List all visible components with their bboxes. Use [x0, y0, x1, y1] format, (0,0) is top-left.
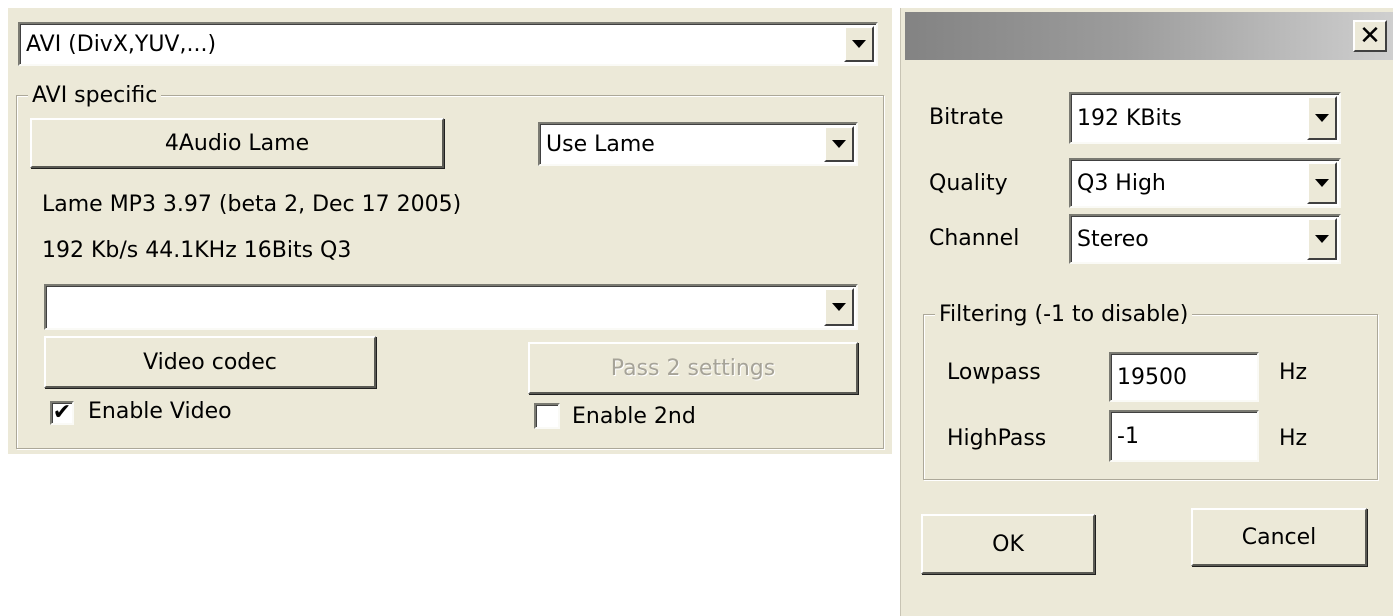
container-format-value: AVI (DivX,YUV,...) [26, 31, 217, 57]
channel-select[interactable]: Stereo [1069, 214, 1341, 264]
channel-dropdown-button[interactable] [1307, 218, 1337, 260]
highpass-label: HighPass [947, 426, 1047, 451]
audio-mode-dropdown-button[interactable] [824, 126, 854, 162]
bitrate-select[interactable]: 192 KBits [1069, 92, 1341, 144]
audio-mode-select[interactable]: Use Lame [538, 122, 858, 166]
close-icon: ✕ [1359, 21, 1381, 51]
filtering-group-title: Filtering (-1 to disable) [935, 302, 1193, 327]
avi-settings-panel: AVI (DivX,YUV,...) AVI specific 4Audio L… [8, 8, 892, 454]
bitrate-value: 192 KBits [1077, 105, 1182, 131]
dialog-titlebar[interactable]: ✕ [905, 12, 1393, 60]
container-format-select[interactable]: AVI (DivX,YUV,...) [18, 22, 878, 66]
highpass-unit: Hz [1279, 426, 1308, 451]
bitrate-dropdown-button[interactable] [1307, 96, 1337, 140]
pass2-settings-button[interactable]: Pass 2 settings [528, 342, 858, 394]
ok-button[interactable]: OK [921, 514, 1095, 574]
encoder-version-text: Lame MP3 3.97 (beta 2, Dec 17 2005) [42, 192, 462, 217]
quality-dropdown-button[interactable] [1307, 162, 1337, 204]
chevron-down-icon [832, 140, 846, 148]
channel-label: Channel [929, 226, 1020, 251]
chevron-down-icon [1315, 114, 1329, 122]
audio-mode-value: Use Lame [546, 131, 655, 157]
close-button[interactable]: ✕ [1353, 20, 1387, 52]
channel-value: Stereo [1077, 226, 1149, 252]
lowpass-input[interactable]: 19500 [1109, 352, 1259, 402]
video-codec-select[interactable] [44, 284, 858, 330]
quality-value: Q3 High [1077, 170, 1166, 196]
highpass-input[interactable]: -1 [1109, 410, 1259, 462]
chevron-down-icon [832, 303, 846, 311]
quality-label: Quality [929, 171, 1008, 196]
enable-video-checkbox[interactable]: ✔ [50, 401, 74, 425]
enable-video-label[interactable]: Enable Video [88, 399, 232, 424]
lame-settings-dialog: ✕ Bitrate 192 KBits Quality Q3 High Chan… [900, 8, 1393, 616]
cancel-button[interactable]: Cancel [1191, 508, 1367, 566]
video-codec-button[interactable]: Video codec [44, 336, 376, 388]
checkmark-icon: ✔ [52, 400, 72, 425]
chevron-down-icon [1315, 179, 1329, 187]
enable-2nd-label[interactable]: Enable 2nd [572, 404, 696, 429]
audio-lame-button[interactable]: 4Audio Lame [30, 118, 444, 168]
enable-2nd-checkbox[interactable] [534, 403, 560, 429]
container-format-dropdown-button[interactable] [844, 26, 874, 62]
lowpass-unit: Hz [1279, 360, 1308, 385]
audio-params-text: 192 Kb/s 44.1KHz 16Bits Q3 [42, 238, 352, 263]
video-codec-dropdown-button[interactable] [824, 288, 854, 326]
quality-select[interactable]: Q3 High [1069, 158, 1341, 208]
bitrate-label: Bitrate [929, 105, 1004, 130]
avi-specific-group-title: AVI specific [28, 83, 162, 108]
lowpass-label: Lowpass [947, 360, 1041, 385]
chevron-down-icon [852, 40, 866, 48]
chevron-down-icon [1315, 235, 1329, 243]
